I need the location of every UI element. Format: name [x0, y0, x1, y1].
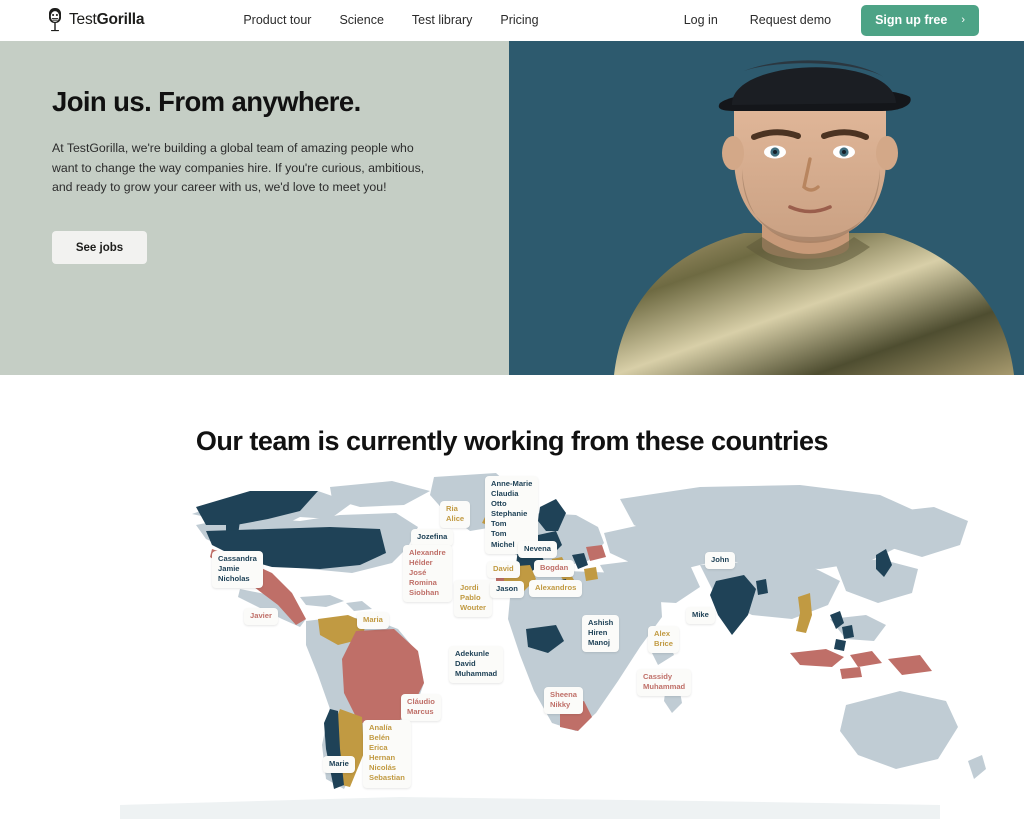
site-header: TestGorilla Product tour Science Test li… — [0, 0, 1024, 41]
map-label-greece[interactable]: Alexandros — [529, 580, 583, 598]
name: Siobhan — [409, 588, 439, 598]
name: Cláudio — [407, 697, 435, 706]
primary-navigation: Product tour Science Test library Pricin… — [229, 13, 552, 27]
map-label-venezuela[interactable]: Maria — [357, 612, 389, 630]
map-label-india[interactable]: Ashish Hiren Manoj — [582, 615, 620, 653]
secondary-navigation: Log in Request demo Sign up free › — [668, 4, 979, 36]
name: José — [409, 568, 427, 578]
name: Marie — [329, 759, 349, 768]
hero-title: Join us. From anywhere. — [52, 86, 361, 117]
hero-image-panel — [509, 41, 1024, 375]
hero-section: Join us. From anywhere. At TestGorilla, … — [0, 41, 1024, 375]
name: Alex — [654, 629, 671, 638]
map-label-nigeria[interactable]: Adekunle David Muhammad — [449, 646, 504, 684]
chevron-right-icon: › — [961, 14, 965, 26]
map-label-chile[interactable]: Marie — [323, 756, 355, 774]
name: David — [455, 659, 476, 669]
map-label-indonesia[interactable]: Cassidy Muhammad — [637, 669, 692, 697]
map-label-argentina[interactable]: Analía Belén Erica Hernan Nicolás Sebast… — [363, 720, 411, 788]
name: Muhammad — [643, 682, 686, 692]
name: Mike — [692, 610, 709, 619]
name: Marcus — [407, 707, 434, 717]
name: Erica — [369, 743, 388, 753]
name: Manoj — [588, 638, 610, 648]
team-map-section: Our team is currently working from these… — [0, 375, 1024, 825]
map-label-south-africa[interactable]: Sheena Nikky — [544, 687, 584, 715]
nav-pricing[interactable]: Pricing — [486, 13, 552, 27]
world-map: Cassandra Jamie Nicholas Javier Maria Ri… — [0, 469, 1024, 819]
name: Alexandre — [409, 548, 446, 557]
see-jobs-button[interactable]: See jobs — [52, 231, 147, 265]
name: Jamie — [218, 564, 240, 574]
logo-text-bold: Gorilla — [96, 11, 145, 28]
name: Maria — [363, 615, 383, 624]
name: Claudia — [491, 489, 519, 499]
hero-description: At TestGorilla, we're building a global … — [52, 140, 425, 195]
nav-test-library[interactable]: Test library — [398, 13, 486, 27]
name: Belén — [369, 733, 390, 743]
name: Muhammad — [455, 669, 498, 679]
name: Sebastian — [369, 773, 405, 783]
map-label-brazil[interactable]: Cláudio Marcus — [401, 694, 441, 722]
name: Nikky — [550, 700, 571, 710]
name: Jozefina — [417, 532, 448, 541]
name: Hélder — [409, 558, 433, 568]
nav-science[interactable]: Science — [325, 13, 397, 27]
map-label-italy[interactable]: David — [487, 561, 520, 579]
name: Anne-Marie — [491, 479, 533, 488]
name: Brice — [654, 639, 673, 649]
map-label-iceland[interactable]: Ria Alice — [440, 501, 471, 529]
name: Pablo — [460, 593, 481, 603]
name: Nicolás — [369, 763, 397, 773]
name: Nicholas — [218, 574, 250, 584]
name: Sheena — [550, 690, 578, 699]
name: Ashish — [588, 618, 614, 627]
name: Otto — [491, 499, 507, 509]
name: Alice — [446, 514, 465, 524]
name: Hiren — [588, 628, 608, 638]
name: Tom — [491, 519, 507, 529]
name: Cassandra — [218, 554, 257, 563]
logo[interactable]: TestGorilla — [45, 7, 145, 33]
map-label-spain[interactable]: Jordi Pablo Wouter — [454, 580, 493, 618]
name: Jason — [496, 584, 518, 593]
sign-up-free-label: Sign up free — [875, 13, 948, 27]
map-label-ireland[interactable]: Jozefina — [411, 529, 454, 547]
nav-product-tour[interactable]: Product tour — [229, 13, 325, 27]
name: Alexandros — [535, 583, 577, 592]
name: Bogdan — [540, 563, 569, 572]
name: Ria — [446, 504, 458, 513]
name: Jordi — [460, 583, 479, 592]
name: Hernan — [369, 753, 396, 763]
map-label-japan[interactable]: John — [705, 552, 736, 570]
name: John — [711, 555, 730, 564]
map-label-vietnam[interactable]: Alex Brice — [648, 626, 679, 654]
hero-content: Join us. From anywhere. At TestGorilla, … — [0, 41, 509, 375]
map-label-mexico[interactable]: Javier — [244, 608, 278, 626]
name: Analía — [369, 723, 392, 732]
name: Nevena — [524, 544, 552, 553]
portrait-photo — [614, 60, 1014, 375]
map-label-tunisia[interactable]: Jason — [490, 581, 524, 599]
map-section-title: Our team is currently working from these… — [195, 426, 829, 456]
name: Stephanie — [491, 509, 528, 519]
map-label-canada[interactable]: Cassandra Jamie Nicholas — [212, 551, 263, 589]
name: Adekunle — [455, 649, 490, 658]
name: Javier — [250, 611, 272, 620]
map-label-philippines[interactable]: Mike — [686, 607, 715, 625]
name: David — [493, 564, 514, 573]
logo-text-light: Test — [69, 11, 97, 28]
name: Wouter — [460, 603, 487, 613]
logo-text: TestGorilla — [69, 11, 145, 29]
sign-up-free-button[interactable]: Sign up free › — [861, 4, 979, 36]
name: Cassidy — [643, 672, 673, 681]
nav-log-in[interactable]: Log in — [668, 13, 734, 27]
name: Tom — [491, 529, 507, 539]
map-label-portugal[interactable]: Alexandre Hélder José Romina Siobhan — [403, 545, 452, 603]
map-label-romania[interactable]: Bogdan — [534, 560, 575, 578]
name: Romina — [409, 578, 437, 588]
nav-request-demo[interactable]: Request demo — [734, 13, 847, 27]
gorilla-logo-icon — [49, 8, 61, 32]
map-label-serbia[interactable]: Nevena — [518, 541, 558, 559]
